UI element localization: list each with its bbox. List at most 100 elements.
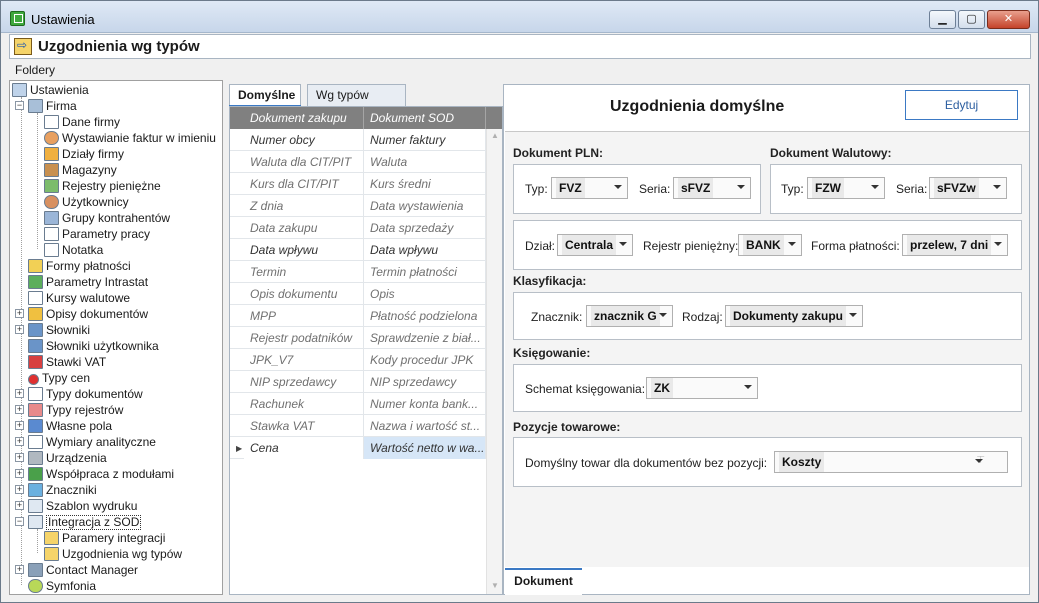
tree-item-uzgodnienia-wg-typow[interactable]: Uzgodnienia wg typów: [44, 546, 182, 562]
cell-dokument-sod[interactable]: Wartość netto w wa...: [364, 437, 486, 459]
tree-item-wystawianie-faktur[interactable]: Wystawianie faktur w imieniu: [44, 130, 216, 146]
rodzaj-select[interactable]: Dokumenty zakupu: [725, 305, 863, 327]
edit-button[interactable]: Edytuj: [905, 90, 1018, 120]
tree-item-symfonia[interactable]: Symfonia: [28, 578, 96, 594]
cell-dokument-sod[interactable]: Data wystawienia: [364, 195, 486, 217]
schemat-ksiegowania-select[interactable]: ZK: [646, 377, 758, 399]
tree-item-wspolpraca-z-modulami[interactable]: Współpraca z modułami: [28, 466, 174, 482]
table-row[interactable]: MPP Płatność podzielona: [230, 305, 486, 327]
cell-dokument-sod[interactable]: Kurs średni: [364, 173, 486, 195]
cell-dokument-zakupu[interactable]: Kurs dla CIT/PIT: [244, 173, 364, 195]
minimize-button[interactable]: ▁: [929, 10, 956, 29]
cell-dokument-sod[interactable]: Nazwa i wartość st...: [364, 415, 486, 437]
cell-dokument-zakupu[interactable]: JPK_V7: [244, 349, 364, 371]
pln-typ-select[interactable]: FVZ: [551, 177, 628, 199]
tree-item-znaczniki[interactable]: Znaczniki: [28, 482, 97, 498]
cell-dokument-sod[interactable]: Opis: [364, 283, 486, 305]
collapse-firma-toggle[interactable]: −: [15, 101, 24, 110]
cell-dokument-sod[interactable]: Data sprzedaży: [364, 217, 486, 239]
rejestr-pieniezny-select[interactable]: BANK: [738, 234, 802, 256]
cell-dokument-sod[interactable]: Numer faktury: [364, 129, 486, 151]
tree-item-typy-rejestrow[interactable]: Typy rejestrów: [28, 402, 123, 418]
tree-item-firma[interactable]: Firma: [28, 98, 77, 114]
cell-dokument-zakupu[interactable]: Rachunek: [244, 393, 364, 415]
znacznik-select[interactable]: znacznik G: [586, 305, 673, 327]
table-row[interactable]: Rachunek Numer konta bank...: [230, 393, 486, 415]
cell-dokument-zakupu[interactable]: Opis dokumentu: [244, 283, 364, 305]
cell-dokument-sod[interactable]: Płatność podzielona: [364, 305, 486, 327]
cell-dokument-zakupu[interactable]: Cena: [244, 437, 364, 459]
cell-dokument-sod[interactable]: Termin płatności: [364, 261, 486, 283]
expand-slowniki-toggle[interactable]: +: [15, 325, 24, 334]
table-row[interactable]: Data zakupu Data sprzedaży: [230, 217, 486, 239]
cell-dokument-sod[interactable]: Sprawdzenie z biał...: [364, 327, 486, 349]
tree-item-dzialy-firmy[interactable]: Działy firmy: [44, 146, 124, 162]
cell-dokument-sod[interactable]: Kody procedur JPK: [364, 349, 486, 371]
tree-item-opisy-dokumentow[interactable]: Opisy dokumentów: [28, 306, 148, 322]
expand-opisy-toggle[interactable]: +: [15, 309, 24, 318]
table-row[interactable]: Stawka VAT Nazwa i wartość st...: [230, 415, 486, 437]
tree-item-wymiary-analityczne[interactable]: Wymiary analityczne: [28, 434, 156, 450]
expand-znaczniki-toggle[interactable]: +: [15, 485, 24, 494]
tree-item-formy-platnosci[interactable]: Formy płatności: [28, 258, 131, 274]
tree-item-parametry-pracy[interactable]: Parametry pracy: [44, 226, 150, 242]
cell-dokument-zakupu[interactable]: Data wpływu: [244, 239, 364, 261]
expand-typy-dokumentow-toggle[interactable]: +: [15, 389, 24, 398]
expand-wymiary-toggle[interactable]: +: [15, 437, 24, 446]
tree-item-urzadzenia[interactable]: Urządzenia: [28, 450, 107, 466]
tree-item-kursy-walutowe[interactable]: Kursy walutowe: [28, 290, 130, 306]
scroll-down-icon[interactable]: ▼: [491, 581, 499, 590]
expand-urzadzenia-toggle[interactable]: +: [15, 453, 24, 462]
tree-item-typy-cen[interactable]: Typy cen: [28, 370, 90, 386]
cell-dokument-zakupu[interactable]: Waluta dla CIT/PIT: [244, 151, 364, 173]
cell-dokument-zakupu[interactable]: Data zakupu: [244, 217, 364, 239]
cell-dokument-zakupu[interactable]: Stawka VAT: [244, 415, 364, 437]
tree-item-grupy-kontrahentow[interactable]: Grupy kontrahentów: [44, 210, 170, 226]
tree-item-parametry-intrastat[interactable]: Parametry Intrastat: [28, 274, 148, 290]
table-row[interactable]: Opis dokumentu Opis: [230, 283, 486, 305]
expand-szablon-toggle[interactable]: +: [15, 501, 24, 510]
tree-item-paramery-integracji[interactable]: Paramery integracji: [44, 530, 165, 546]
cell-dokument-sod[interactable]: Data wpływu: [364, 239, 486, 261]
cell-dokument-sod[interactable]: NIP sprzedawcy: [364, 371, 486, 393]
table-row[interactable]: Waluta dla CIT/PIT Waluta: [230, 151, 486, 173]
cell-dokument-zakupu[interactable]: Numer obcy: [244, 129, 364, 151]
pln-seria-select[interactable]: sFVZ: [673, 177, 751, 199]
expand-wspolpraca-toggle[interactable]: +: [15, 469, 24, 478]
grid-scrollbar[interactable]: ▲ ▼: [486, 129, 502, 594]
forma-platnosci-select[interactable]: przelew, 7 dni: [902, 234, 1008, 256]
tree-item-contact-manager[interactable]: Contact Manager: [28, 562, 138, 578]
cell-dokument-zakupu[interactable]: Rejestr podatników: [244, 327, 364, 349]
tree-item-ustawienia[interactable]: Ustawienia: [12, 82, 89, 98]
table-row[interactable]: NIP sprzedawcy NIP sprzedawcy: [230, 371, 486, 393]
scroll-up-icon[interactable]: ▲: [491, 131, 499, 140]
table-row[interactable]: Rejestr podatników Sprawdzenie z biał...: [230, 327, 486, 349]
table-row[interactable]: ▶ Cena Wartość netto w wa...: [230, 437, 486, 459]
tab-domyslne[interactable]: Domyślne: [229, 84, 301, 107]
tree-item-integracja-z-sod[interactable]: Integracja z SOD: [28, 514, 142, 530]
tree-item-szablon-wydruku[interactable]: Szablon wydruku: [28, 498, 137, 514]
tree-item-notatka[interactable]: Notatka: [44, 242, 103, 258]
tab-dokument[interactable]: Dokument: [505, 568, 582, 595]
tree-item-wlasne-pola[interactable]: Własne pola: [28, 418, 112, 434]
walutowy-typ-select[interactable]: FZW: [807, 177, 885, 199]
close-button[interactable]: ✕: [987, 10, 1030, 29]
cell-dokument-zakupu[interactable]: Z dnia: [244, 195, 364, 217]
table-row[interactable]: JPK_V7 Kody procedur JPK: [230, 349, 486, 371]
collapse-integracja-toggle[interactable]: −: [15, 517, 24, 526]
domyslny-towar-select[interactable]: Koszty ⊤: [774, 451, 1008, 473]
tree-item-dane-firmy[interactable]: Dane firmy: [44, 114, 120, 130]
cell-dokument-sod[interactable]: Numer konta bank...: [364, 393, 486, 415]
tree-item-typy-dokumentow[interactable]: Typy dokumentów: [28, 386, 143, 402]
walutowy-seria-select[interactable]: sFVZw: [929, 177, 1007, 199]
tree-item-uzytkownicy[interactable]: Użytkownicy: [44, 194, 129, 210]
table-row[interactable]: Kurs dla CIT/PIT Kurs średni: [230, 173, 486, 195]
column-header-dokument-sod[interactable]: Dokument SOD: [364, 107, 486, 129]
tree-item-stawki-vat[interactable]: Stawki VAT: [28, 354, 106, 370]
tree-item-rejestry-pieniezne[interactable]: Rejestry pieniężne: [44, 178, 161, 194]
cell-dokument-sod[interactable]: Waluta: [364, 151, 486, 173]
tree-item-magazyny[interactable]: Magazyny: [44, 162, 117, 178]
dzial-select[interactable]: Centrala: [557, 234, 633, 256]
cell-dokument-zakupu[interactable]: NIP sprzedawcy: [244, 371, 364, 393]
tree-item-slowniki[interactable]: Słowniki: [28, 322, 90, 338]
